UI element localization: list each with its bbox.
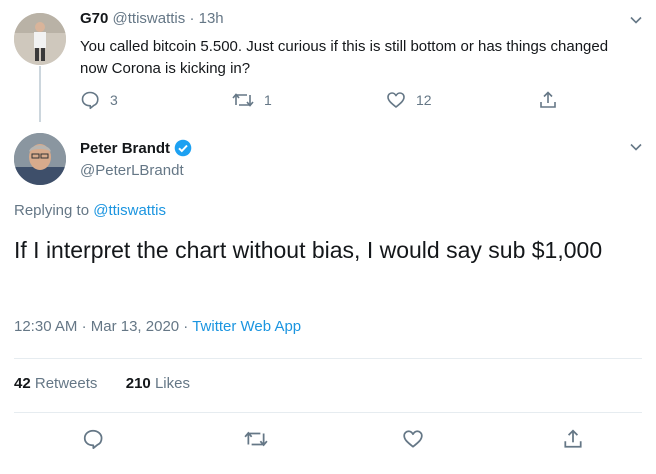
- reply-author-handle[interactable]: @ttiswattis: [113, 10, 186, 27]
- reply-tweet-text: You called bitcoin 5.500. Just curious i…: [80, 38, 609, 77]
- meta-separator: ·: [183, 318, 189, 335]
- retweet-icon: [244, 431, 268, 447]
- reply-count: 3: [110, 92, 118, 108]
- divider: [14, 412, 642, 413]
- retweets-stat[interactable]: 42 Retweets: [14, 375, 97, 392]
- tweet-source[interactable]: Twitter Web App: [192, 318, 301, 335]
- like-icon: [387, 92, 405, 108]
- main-tweet-text: If I interpret the chart without bias, I…: [14, 237, 603, 263]
- share-icon: [540, 91, 556, 108]
- reply-timestamp[interactable]: 13h: [199, 10, 224, 27]
- like-count: 12: [416, 92, 432, 108]
- main-share-button[interactable]: [562, 428, 584, 450]
- replying-to-label: Replying to: [14, 202, 90, 219]
- reply-header: G70 @ttiswattis · 13h: [80, 10, 224, 27]
- replying-to-link[interactable]: @ttiswattis: [93, 202, 166, 219]
- main-reply-button[interactable]: [82, 428, 104, 450]
- avatar-g70[interactable]: [14, 13, 66, 65]
- main-like-button[interactable]: [402, 428, 424, 450]
- reply-button[interactable]: 3: [80, 90, 118, 110]
- reply-icon: [83, 429, 103, 450]
- avatar-peter-brandt[interactable]: [14, 133, 66, 185]
- like-icon: [403, 430, 423, 448]
- tweet-time[interactable]: 12:30 AM: [14, 318, 77, 335]
- chevron-down-icon[interactable]: [628, 139, 644, 155]
- retweets-label: Retweets: [34, 375, 98, 392]
- retweets-count: 42: [14, 375, 31, 392]
- share-icon: [564, 429, 582, 448]
- share-button[interactable]: [538, 90, 558, 110]
- retweet-button[interactable]: 1: [232, 90, 272, 110]
- reply-tweet[interactable]: G70 @ttiswattis · 13h You called bitcoin…: [0, 0, 656, 122]
- likes-label: Likes: [154, 375, 190, 392]
- tweet-date[interactable]: Mar 13, 2020: [91, 318, 179, 335]
- header-separator: ·: [189, 10, 195, 27]
- retweet-icon: [232, 93, 254, 107]
- meta-separator: ·: [81, 318, 87, 335]
- replying-to-line: Replying to @ttiswattis: [14, 202, 166, 219]
- like-button[interactable]: 12: [386, 90, 432, 110]
- reply-author-name[interactable]: G70: [80, 10, 108, 27]
- reply-icon: [81, 91, 99, 110]
- verified-badge-icon: [174, 139, 192, 157]
- main-author-name-row[interactable]: Peter Brandt: [80, 139, 192, 157]
- main-retweet-button[interactable]: [244, 428, 268, 450]
- tweet-meta: 12:30 AM · Mar 13, 2020 · Twitter Web Ap…: [14, 318, 301, 335]
- likes-count: 210: [125, 375, 151, 392]
- chevron-down-icon[interactable]: [628, 12, 644, 28]
- likes-stat[interactable]: 210 Likes: [126, 375, 190, 392]
- main-author-name[interactable]: Peter Brandt: [80, 140, 170, 157]
- tweet-stats: 42 Retweets 210 Likes: [14, 375, 190, 392]
- main-author-handle[interactable]: @PeterLBrandt: [80, 162, 184, 179]
- thread-line: [39, 66, 41, 122]
- divider: [14, 358, 642, 359]
- retweet-count: 1: [264, 92, 272, 108]
